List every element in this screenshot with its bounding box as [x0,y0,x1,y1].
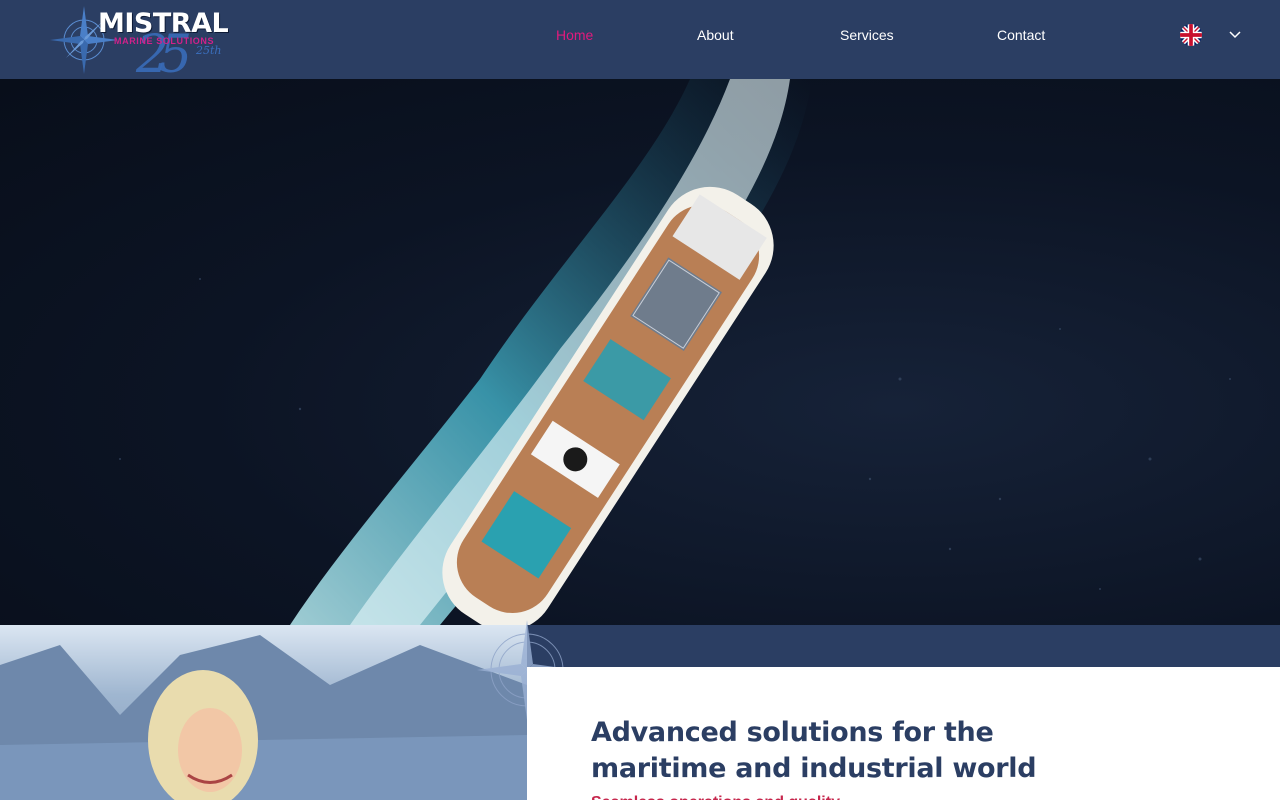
nav-item-services[interactable]: Services [840,27,894,43]
intro-band [527,625,1280,667]
chevron-down-icon [1229,31,1241,39]
intro-card: Advanced solutions for the maritime and … [527,667,1280,800]
hero-image [0,79,1280,625]
logo-wordmark: MISTRAL [98,8,229,39]
intro-section: Advanced solutions for the maritime and … [0,620,1280,800]
intro-headline: Advanced solutions for the maritime and … [591,717,1037,784]
logo-anniversary-badge: 25th [196,44,222,57]
nav-item-contact[interactable]: Contact [997,27,1045,43]
team-member-photo [0,625,527,800]
cruise-ship-illustration [119,79,1231,625]
language-selector[interactable] [1178,22,1248,48]
mistral-logo[interactable]: 5 2 5 MISTRAL MARINE SOLUTIONS 25th [44,2,244,76]
nav-item-about[interactable]: About [697,27,734,43]
uk-flag-icon [1180,24,1202,46]
intro-subline: Seamless operations and quality [591,792,1051,800]
site-header: 5 2 5 MISTRAL MARINE SOLUTIONS 25th Home… [0,0,1280,79]
nav-item-home[interactable]: Home [556,27,593,43]
